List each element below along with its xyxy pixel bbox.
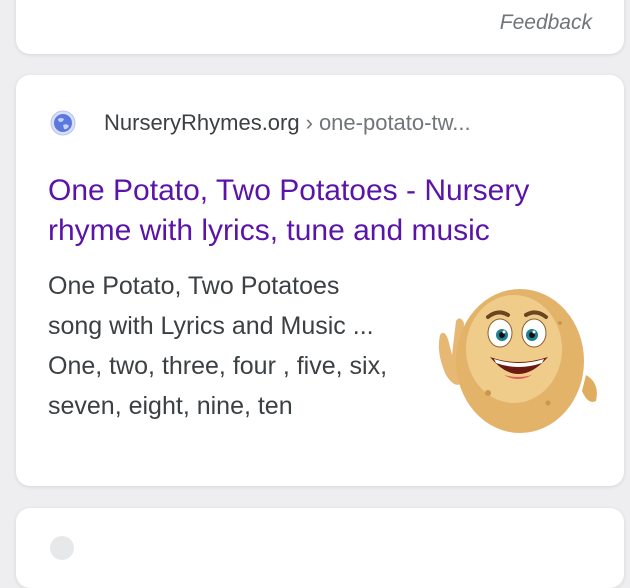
result-title-link[interactable]: One Potato, Two Potatoes - Nursery rhyme… — [48, 171, 588, 251]
next-result-card[interactable] — [16, 508, 624, 588]
breadcrumb-separator: › — [305, 110, 313, 135]
feedback-link[interactable]: Feedback — [500, 11, 592, 35]
result-snippet: One Potato, Two Potatoes song with Lyric… — [48, 272, 388, 420]
globe-icon — [50, 110, 76, 136]
search-result-card[interactable]: NurseryRhymes.org › one-potato-tw... One… — [16, 75, 624, 486]
site-name: NurseryRhymes.org — [104, 110, 300, 135]
previous-result-card: Feedback — [16, 0, 624, 54]
site-favicon-icon — [50, 536, 74, 560]
site-path: one-potato-tw... — [318, 110, 471, 135]
potato-thumbnail-image[interactable] — [428, 283, 598, 433]
result-source[interactable]: NurseryRhymes.org › one-potato-tw... — [50, 108, 471, 138]
